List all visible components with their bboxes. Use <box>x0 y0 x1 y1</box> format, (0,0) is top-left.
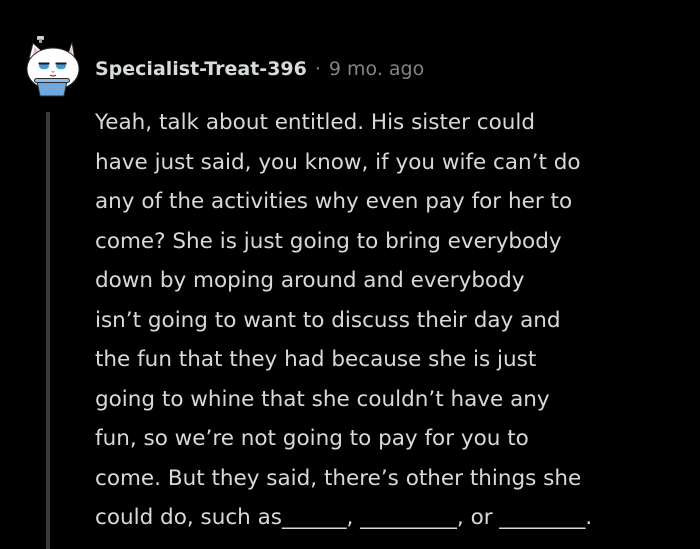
user-avatar[interactable] <box>20 36 82 98</box>
timestamp-link[interactable]: 9 mo. ago <box>329 58 424 80</box>
comment: Specialist-Treat-396 · 9 mo. ago Yeah, t… <box>0 0 700 549</box>
comment-body: Yeah, talk about entitled. His sister co… <box>95 110 593 530</box>
thread-collapse-line[interactable] <box>46 112 50 549</box>
username-link[interactable]: Specialist-Treat-396 <box>95 58 307 80</box>
cat-avatar-icon <box>26 36 80 97</box>
comment-header: Specialist-Treat-396 · 9 mo. ago <box>95 54 424 84</box>
meta-separator: · <box>314 58 321 80</box>
